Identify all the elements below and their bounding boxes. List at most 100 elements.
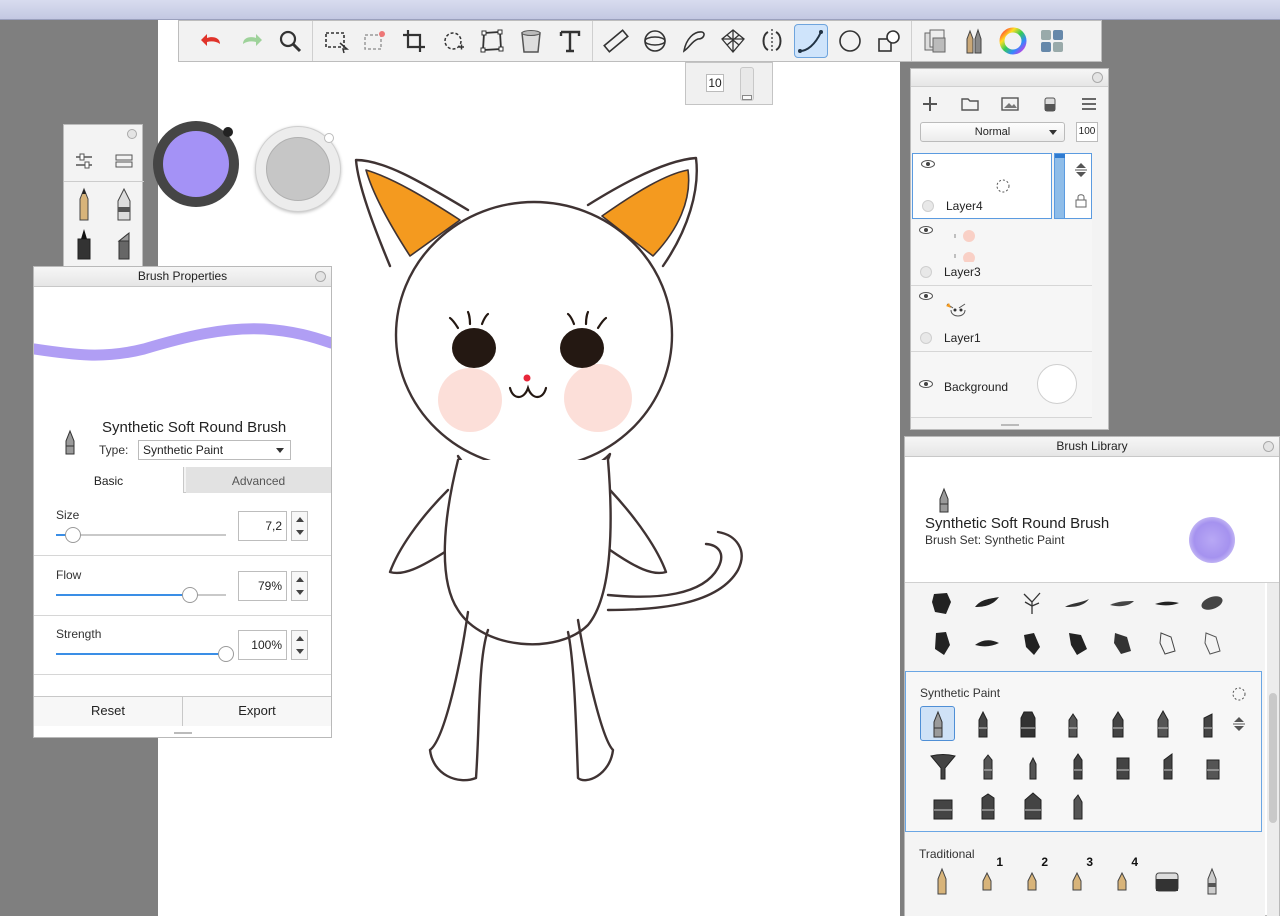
size-slider-thumb[interactable] (65, 527, 81, 543)
layer-group-icon[interactable] (960, 95, 980, 113)
strength-slider-thumb[interactable] (218, 646, 234, 662)
flow-input[interactable]: 79% (238, 571, 287, 601)
type-dropdown[interactable]: Synthetic Paint (138, 440, 291, 460)
library-scrollbar[interactable] (1267, 583, 1279, 916)
redo-icon[interactable] (234, 24, 268, 58)
fill-bucket-icon[interactable] (514, 24, 548, 58)
visibility-eye-icon[interactable] (921, 160, 935, 168)
brush-settings-icon[interactable] (74, 151, 94, 171)
synthetic-brush[interactable] (1140, 704, 1185, 744)
airbrush-icon[interactable] (112, 187, 136, 221)
text-icon[interactable] (553, 24, 587, 58)
pencil-brush-icon[interactable] (73, 187, 95, 221)
visibility-eye-icon[interactable] (919, 226, 933, 234)
synthetic-brush[interactable] (1185, 704, 1230, 744)
synthetic-brush[interactable] (1050, 704, 1095, 744)
brush-layout-icon[interactable] (114, 151, 134, 171)
layer-lock-radio[interactable] (922, 200, 934, 212)
chisel-marker-icon[interactable] (112, 227, 136, 261)
reset-button[interactable]: Reset (34, 697, 182, 726)
texture-brush[interactable] (964, 583, 1009, 623)
resize-grip[interactable] (1001, 424, 1019, 426)
stepper-down-icon[interactable] (296, 649, 304, 654)
fan-brush[interactable] (920, 746, 965, 786)
texture-brush[interactable] (919, 583, 964, 623)
pencil-brush[interactable]: 2 (1009, 855, 1054, 901)
visibility-eye-icon[interactable] (919, 380, 933, 388)
resize-grip[interactable] (174, 732, 192, 734)
shape-icon[interactable] (872, 24, 906, 58)
blend-mode-dropdown[interactable]: Normal (920, 122, 1065, 142)
color-wheel-icon[interactable] (996, 24, 1030, 58)
strength-stepper[interactable] (291, 630, 308, 660)
brushes-icon[interactable] (957, 24, 991, 58)
synthetic-brush[interactable] (1010, 746, 1055, 786)
crop-icon[interactable] (397, 24, 431, 58)
size-value[interactable]: 10 (706, 74, 724, 92)
export-button[interactable]: Export (182, 697, 331, 726)
symmetry-icon[interactable] (755, 24, 789, 58)
flow-slider-thumb[interactable] (182, 587, 199, 603)
size-input[interactable]: 7,2 (238, 511, 287, 541)
group-options-icon[interactable] (1231, 686, 1247, 702)
select-clear-icon[interactable] (358, 24, 392, 58)
layer-row-layer3[interactable]: Layer3 (911, 220, 1092, 286)
french-curve-icon[interactable] (677, 24, 711, 58)
close-icon[interactable] (315, 271, 326, 282)
texture-brush[interactable] (1054, 623, 1099, 663)
add-layer-icon[interactable] (921, 95, 939, 113)
synthetic-brush[interactable] (965, 786, 1010, 826)
layer-lock-radio[interactable] (920, 332, 932, 344)
visibility-eye-icon[interactable] (919, 292, 933, 300)
texture-brush[interactable] (1009, 583, 1054, 623)
size-slider[interactable] (56, 527, 226, 543)
texture-brush[interactable] (1054, 583, 1099, 623)
synthetic-brush[interactable] (965, 746, 1010, 786)
background-color-swatch[interactable] (1037, 364, 1077, 404)
flow-slider[interactable] (56, 587, 226, 603)
move-layer-icon[interactable] (1074, 162, 1088, 178)
transform-icon[interactable] (436, 24, 470, 58)
opacity-bar[interactable] (1055, 154, 1065, 218)
pencil-brush[interactable]: 3 (1054, 855, 1099, 901)
color-puck[interactable] (153, 121, 239, 207)
synthetic-brush[interactable] (960, 704, 1005, 744)
perspective-icon[interactable] (716, 24, 750, 58)
stroke-curve-icon[interactable] (794, 24, 828, 58)
copy-layers-icon[interactable] (918, 24, 952, 58)
eraser-brush[interactable] (1144, 861, 1189, 901)
pencil-brush[interactable]: 4 (1099, 855, 1144, 901)
stepper-down-icon[interactable] (296, 590, 304, 595)
synthetic-brush[interactable] (920, 786, 965, 826)
strength-slider[interactable] (56, 646, 234, 662)
stepper-down-icon[interactable] (296, 530, 304, 535)
synthetic-brush[interactable] (1005, 704, 1050, 744)
pencil-brush[interactable]: 1 (964, 855, 1009, 901)
texture-brush[interactable] (1099, 623, 1144, 663)
strength-input[interactable]: 100% (238, 630, 287, 660)
size-slider-knob[interactable] (742, 95, 752, 100)
layer-menu-icon[interactable] (1080, 95, 1098, 113)
magnifier-icon[interactable] (273, 24, 307, 58)
tab-advanced[interactable]: Advanced (186, 467, 331, 493)
size-stepper[interactable] (291, 511, 308, 541)
marker-icon[interactable] (72, 227, 96, 261)
texture-brush[interactable] (1009, 623, 1054, 663)
stepper-up-icon[interactable] (296, 636, 304, 641)
synthetic-brush[interactable] (1190, 746, 1235, 786)
secondary-color-puck[interactable] (255, 126, 341, 212)
layer-row-layer4[interactable]: Layer4 (912, 153, 1052, 219)
tab-basic[interactable]: Basic (34, 467, 184, 493)
synthetic-brush[interactable] (1095, 704, 1140, 744)
texture-brush[interactable] (1144, 623, 1189, 663)
circle-shape-icon[interactable] (833, 24, 867, 58)
pencil-brush[interactable] (919, 861, 964, 901)
texture-brush[interactable] (1189, 583, 1234, 623)
flow-stepper[interactable] (291, 571, 308, 601)
close-icon[interactable] (1092, 72, 1103, 83)
layer-row-background[interactable]: Background (911, 352, 1092, 418)
texture-brush[interactable] (964, 623, 1009, 663)
grid-menu-icon[interactable] (1035, 24, 1069, 58)
ellipse-guide-icon[interactable] (638, 24, 672, 58)
layer-row-layer1[interactable]: Layer1 (911, 286, 1092, 352)
